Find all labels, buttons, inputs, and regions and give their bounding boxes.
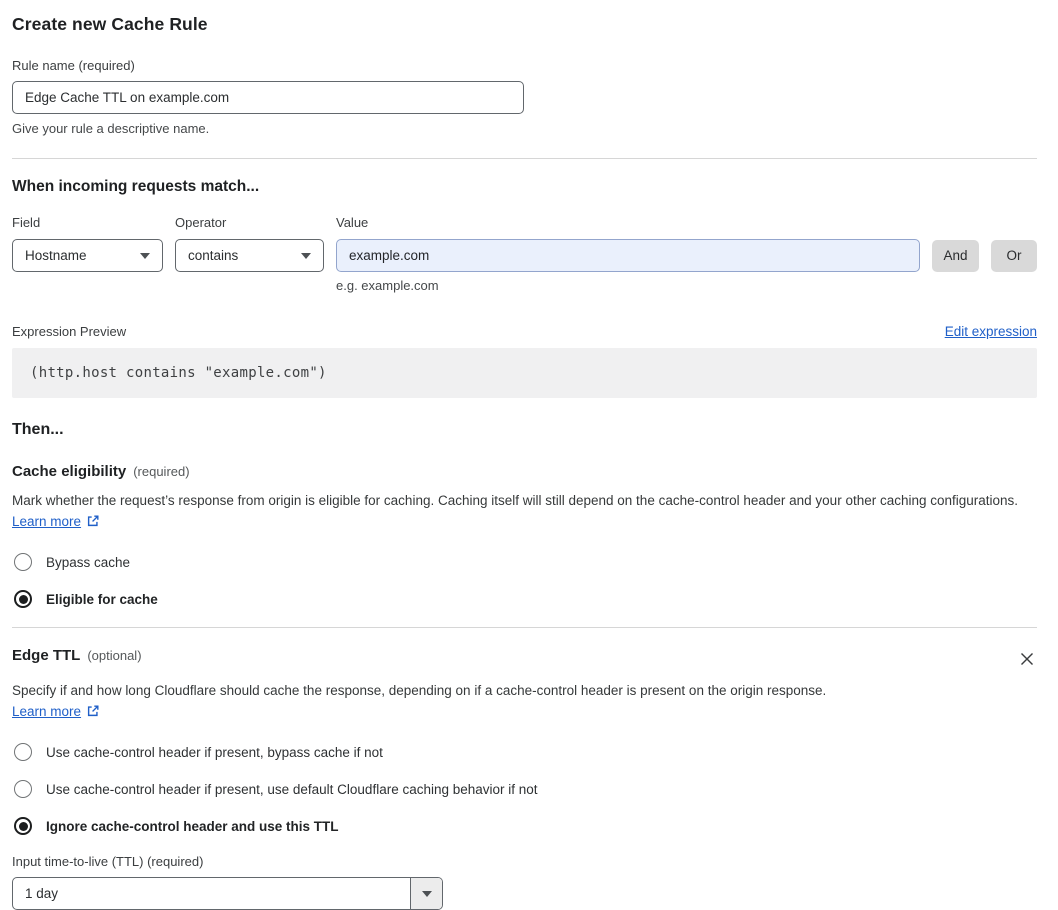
match-row: Field Operator Value Hostname contains A… — [12, 215, 1037, 293]
field-select-value: Hostname — [25, 248, 87, 263]
edge-ttl-header: Edge TTL (optional) — [12, 647, 1037, 672]
rule-name-input[interactable] — [12, 81, 524, 114]
operator-select-value: contains — [188, 248, 239, 263]
operator-select[interactable]: contains — [175, 239, 324, 272]
chevron-down-icon — [421, 890, 432, 897]
cache-eligibility-options: Bypass cache Eligible for cache — [12, 553, 1037, 608]
field-label: Field — [12, 215, 41, 230]
radio-icon[interactable] — [14, 553, 32, 571]
cache-eligibility-heading: Cache eligibility — [12, 463, 127, 480]
page-title: Create new Cache Rule — [12, 14, 208, 34]
operator-label: Operator — [175, 215, 227, 230]
chevron-down-icon — [301, 252, 311, 259]
match-heading: When incoming requests match... — [12, 178, 260, 195]
edit-expression-link[interactable]: Edit expression — [945, 324, 1037, 339]
radio-option-bypass-cache[interactable]: Bypass cache — [12, 553, 1037, 571]
rule-name-help: Give your rule a descriptive name. — [12, 121, 210, 136]
expression-preview-label: Expression Preview — [12, 324, 127, 339]
radio-option-use-header-bypass[interactable]: Use cache-control header if present, byp… — [12, 743, 1037, 761]
edge-ttl-options: Use cache-control header if present, byp… — [12, 743, 1037, 835]
ttl-label: Input time-to-live (TTL) (required) — [12, 854, 204, 869]
learn-more-link[interactable]: Learn more — [12, 514, 81, 529]
radio-option-eligible-for-cache[interactable]: Eligible for cache — [12, 590, 1037, 608]
close-icon — [1021, 653, 1033, 665]
and-button[interactable]: And — [932, 239, 979, 272]
edge-ttl-heading: Edge TTL — [12, 647, 81, 664]
radio-label: Eligible for cache — [46, 591, 158, 607]
value-help: e.g. example.com — [336, 278, 439, 293]
radio-icon[interactable] — [14, 590, 32, 608]
ttl-dropdown-button[interactable] — [410, 878, 442, 909]
ttl-select[interactable]: 1 day — [12, 877, 443, 910]
field-select[interactable]: Hostname — [12, 239, 163, 272]
expression-code: (http.host contains "example.com") — [12, 348, 1037, 398]
section-divider — [12, 627, 1037, 628]
rule-name-label: Rule name (required) — [12, 58, 135, 73]
radio-icon[interactable] — [14, 817, 32, 835]
ttl-select-value: 1 day — [25, 886, 59, 901]
chevron-down-icon — [140, 252, 150, 259]
create-cache-rule-form: Create new Cache Rule Rule name (require… — [0, 0, 1058, 910]
value-input[interactable] — [336, 239, 920, 272]
cache-eligibility-header: Cache eligibility (required) — [12, 463, 1037, 480]
radio-label: Use cache-control header if present, use… — [46, 781, 538, 797]
value-label: Value — [336, 215, 369, 230]
external-link-icon — [87, 515, 99, 527]
radio-label: Bypass cache — [46, 554, 131, 570]
cache-eligibility-description: Mark whether the request’s response from… — [12, 493, 1019, 529]
radio-icon[interactable] — [14, 780, 32, 798]
then-heading: Then... — [12, 421, 64, 438]
expression-preview-row: Expression Preview Edit expression — [12, 324, 1037, 339]
learn-more-link[interactable]: Learn more — [12, 704, 81, 719]
external-link-icon — [87, 705, 99, 717]
edge-ttl-description: Specify if and how long Cloudflare shoul… — [12, 683, 827, 719]
radio-icon[interactable] — [14, 743, 32, 761]
close-button[interactable] — [1017, 649, 1037, 672]
radio-option-use-header-default[interactable]: Use cache-control header if present, use… — [12, 780, 1037, 798]
or-button[interactable]: Or — [991, 239, 1037, 272]
radio-label: Ignore cache-control header and use this… — [46, 818, 339, 834]
optional-badge: (optional) — [87, 648, 142, 663]
section-divider — [12, 158, 1037, 159]
radio-option-ignore-header-ttl[interactable]: Ignore cache-control header and use this… — [12, 817, 1037, 835]
radio-label: Use cache-control header if present, byp… — [46, 744, 383, 760]
required-badge: (required) — [133, 464, 190, 479]
